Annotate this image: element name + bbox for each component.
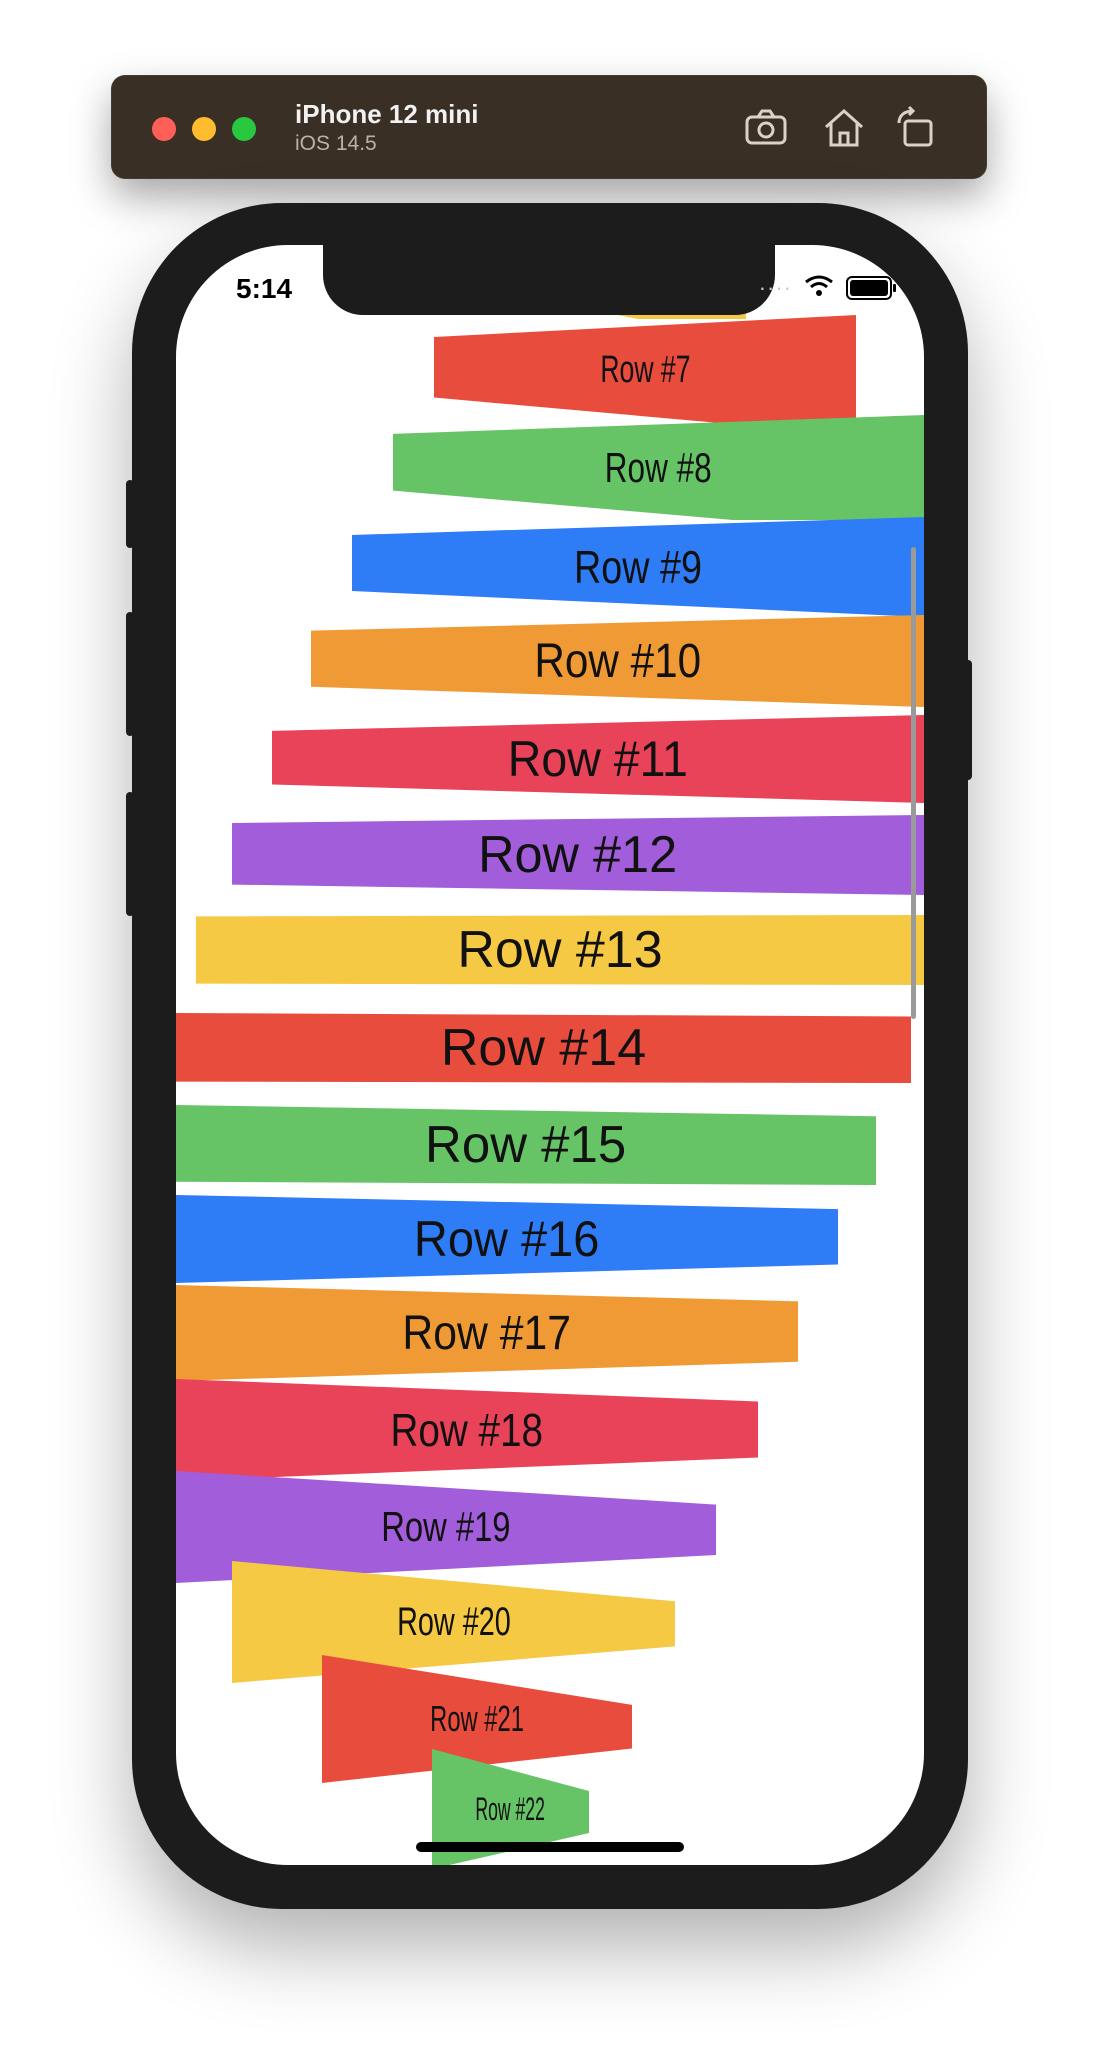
- list-row-label: Row #13: [457, 921, 663, 979]
- list-row-label: Row #9: [574, 541, 702, 593]
- minimize-window-button[interactable]: [192, 117, 216, 141]
- list-row-label: Row #15: [425, 1116, 627, 1174]
- list-row[interactable]: Row #15: [176, 1105, 876, 1185]
- simulator-title-bar: iPhone 12 mini iOS 14.5: [111, 75, 987, 179]
- list-row[interactable]: Row #8: [393, 415, 924, 520]
- list-row[interactable]: Row #18: [176, 1379, 758, 1481]
- list-row[interactable]: Row #10: [311, 615, 924, 707]
- list-row-label: Row #19: [381, 1503, 511, 1550]
- zoom-window-button[interactable]: [232, 117, 256, 141]
- home-indicator[interactable]: [416, 1842, 684, 1852]
- list-row-label: Row #21: [430, 1698, 524, 1739]
- battery-icon: [846, 276, 896, 300]
- list-row[interactable]: Row #9: [352, 517, 924, 617]
- volume-up-button: [126, 612, 134, 736]
- mute-switch: [126, 480, 134, 548]
- list-row-label: Row #17: [402, 1306, 572, 1360]
- list-row-label: Row #12: [478, 826, 678, 884]
- device-name: iPhone 12 mini: [295, 99, 479, 129]
- list-row-label: Row #16: [414, 1211, 600, 1267]
- list-row-label: Row #10: [534, 634, 701, 688]
- home-icon[interactable]: [821, 105, 867, 151]
- screenshot-icon[interactable]: [743, 105, 789, 151]
- wifi-icon: [804, 274, 834, 303]
- list-row[interactable]: Row #7: [434, 315, 856, 425]
- list-row-label: Row #18: [390, 1404, 544, 1456]
- list-row[interactable]: Row #17: [176, 1285, 798, 1381]
- status-time: 5:14: [236, 273, 293, 304]
- list-row-label: Row #14: [440, 1019, 647, 1077]
- list-row-label: Row #8: [605, 443, 712, 491]
- list-row-label: Row #7: [599, 348, 691, 391]
- signal-icon: ····: [758, 275, 792, 300]
- list-row[interactable]: Row #11: [272, 715, 924, 803]
- list-row-label: Row #22: [475, 1790, 546, 1827]
- list-row-label: Row #11: [507, 731, 689, 787]
- status-icons: ····: [758, 273, 896, 303]
- list-row[interactable]: Row #20: [232, 1561, 675, 1683]
- volume-down-button: [126, 792, 134, 916]
- list-row[interactable]: Row #16: [176, 1195, 838, 1283]
- scrollbar[interactable]: [911, 547, 916, 1019]
- list-row[interactable]: Row #14: [176, 1013, 911, 1083]
- rotate-icon[interactable]: [893, 105, 939, 151]
- power-button: [964, 660, 972, 780]
- device-os-version: iOS 14.5: [295, 132, 377, 155]
- close-window-button[interactable]: [152, 117, 176, 141]
- list-row[interactable]: Row #13: [196, 915, 924, 985]
- list-row[interactable]: Row #12: [232, 815, 924, 895]
- notch: [323, 245, 775, 315]
- device-screen: 5:14 ···· Row #7 Row #8 Row #9 Row #10 Row #…: [176, 245, 924, 1865]
- list-row-label: Row #20: [396, 1599, 511, 1644]
